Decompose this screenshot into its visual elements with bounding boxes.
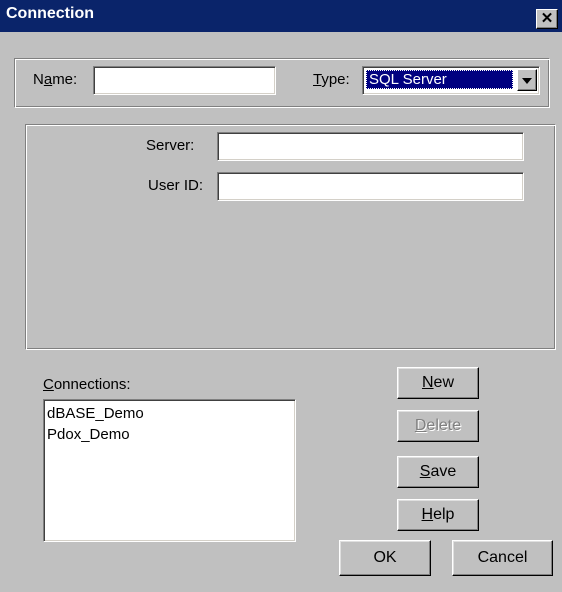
connections-list[interactable]: dBASE_Demo Pdox_Demo bbox=[43, 399, 296, 542]
type-select[interactable]: SQL Server bbox=[362, 66, 540, 95]
window-title: Connection bbox=[6, 5, 94, 22]
type-dropdown-button[interactable] bbox=[517, 69, 537, 91]
help-button[interactable]: Help bbox=[397, 499, 479, 531]
type-label: Type: bbox=[313, 71, 350, 88]
list-item[interactable]: dBASE_Demo bbox=[44, 403, 295, 424]
connection-dialog: Connection ✕ Name: Type: SQL Server Serv… bbox=[0, 0, 562, 592]
save-button[interactable]: Save bbox=[397, 456, 479, 488]
chevron-down-icon bbox=[522, 78, 532, 84]
server-label: Server: bbox=[146, 137, 195, 154]
userid-input[interactable] bbox=[217, 172, 524, 201]
close-icon: ✕ bbox=[540, 10, 554, 27]
server-input[interactable] bbox=[217, 132, 524, 161]
new-button[interactable]: New bbox=[397, 367, 479, 399]
name-input[interactable] bbox=[93, 66, 276, 95]
close-button[interactable]: ✕ bbox=[536, 9, 558, 29]
list-item[interactable]: Pdox_Demo bbox=[44, 424, 295, 445]
cancel-button[interactable]: Cancel bbox=[452, 540, 553, 576]
type-selected-value: SQL Server bbox=[366, 70, 513, 89]
userid-label: User ID: bbox=[148, 177, 204, 194]
ok-button[interactable]: OK bbox=[339, 540, 431, 576]
title-bar[interactable]: Connection ✕ bbox=[0, 0, 562, 32]
delete-button[interactable]: Delete bbox=[397, 410, 479, 442]
name-label: Name: bbox=[33, 71, 78, 88]
connections-label: Connections: bbox=[43, 376, 131, 393]
